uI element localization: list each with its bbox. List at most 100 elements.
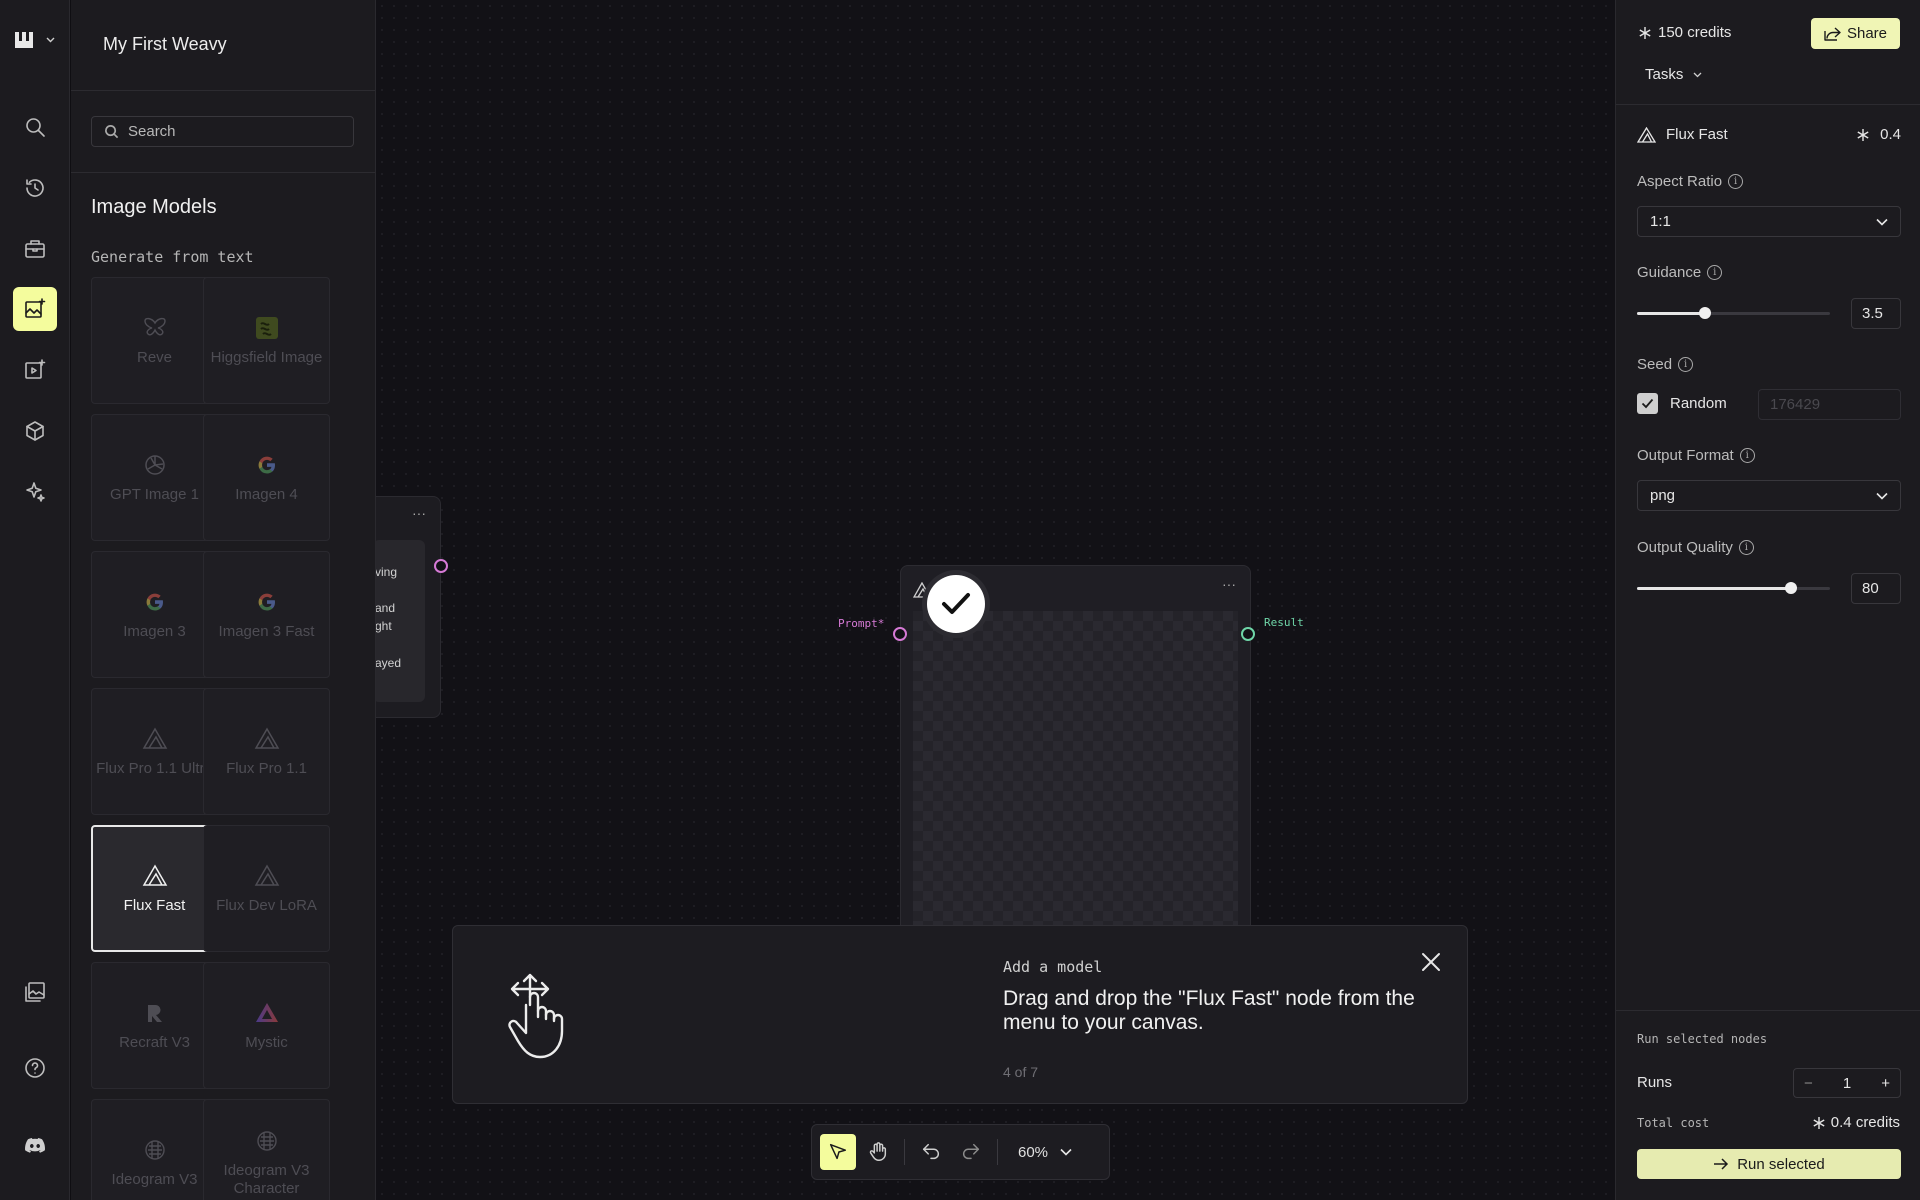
guidance-input[interactable]: 3.5 (1851, 298, 1901, 329)
model-card-label: Ideogram V3 (111, 1170, 198, 1188)
runs-label: Runs (1637, 1074, 1673, 1091)
output-quality-slider[interactable] (1637, 582, 1830, 594)
model-card[interactable]: Higgsfield Image (203, 277, 330, 404)
increment-button[interactable]: + (1881, 1075, 1890, 1092)
butterfly-icon (142, 315, 168, 341)
section-title: Image Models (91, 196, 217, 218)
node-menu-button[interactable]: ··· (412, 505, 426, 521)
model-card[interactable]: Imagen 3 (91, 551, 218, 678)
ideogram-icon (142, 1137, 168, 1163)
prompt-output-port[interactable] (434, 559, 448, 573)
redo-button[interactable] (953, 1134, 989, 1170)
output-format-select[interactable]: png (1637, 480, 1901, 511)
zoom-level[interactable]: 60% (1018, 1144, 1048, 1161)
prompt-text-area[interactable]: ving and ght ayed (376, 540, 425, 702)
model-card[interactable]: Reve (91, 277, 218, 404)
output-quality-input[interactable]: 80 (1851, 573, 1901, 604)
credits-asterisk-icon (1813, 1116, 1825, 1129)
model-card-label: Flux Fast (123, 896, 186, 914)
model-card[interactable]: Flux Pro 1.1 Ultra (91, 688, 218, 815)
toolbox-icon[interactable] (13, 227, 57, 271)
google-icon (254, 589, 280, 615)
info-icon[interactable]: i (1728, 174, 1744, 189)
model-card[interactable]: Imagen 4 (203, 414, 330, 541)
divider (1616, 104, 1920, 105)
model-card-label: Flux Pro 1.1 (226, 759, 307, 777)
image-models-icon[interactable] (13, 287, 57, 331)
runs-stepper[interactable]: − 1 + (1793, 1068, 1901, 1098)
result-port-label: Result (1264, 616, 1304, 629)
close-icon[interactable] (1419, 950, 1443, 974)
prompt-text-line: and (376, 601, 396, 615)
chevron-down-icon[interactable] (1060, 1148, 1072, 1156)
model-card[interactable]: Imagen 3 Fast (203, 551, 330, 678)
aspect-ratio-select[interactable]: 1:1 (1637, 206, 1901, 237)
discord-icon[interactable] (13, 1123, 57, 1167)
info-icon[interactable]: i (1678, 357, 1694, 372)
info-icon[interactable]: i (1707, 265, 1723, 280)
model-card-label: Mystic (245, 1033, 288, 1051)
model-card[interactable]: Mystic (203, 962, 330, 1089)
workflow-canvas[interactable]: ··· ving and ght ayed ··· Prompt* Result (376, 0, 1615, 1200)
model-card[interactable]: Ideogram V3 Character (203, 1099, 330, 1200)
model-card[interactable]: GPT Image 1 (91, 414, 218, 541)
history-icon[interactable] (13, 166, 57, 210)
cursor-arrow-icon (829, 1143, 847, 1160)
model-card-label: Recraft V3 (119, 1033, 190, 1051)
mystic-icon (254, 1000, 280, 1026)
google-icon (142, 589, 168, 615)
pan-tool-button[interactable] (860, 1134, 896, 1170)
share-button[interactable]: Share (1811, 18, 1900, 49)
tasks-dropdown[interactable]: Tasks (1645, 66, 1702, 83)
model-card[interactable]: Flux Fast (91, 825, 218, 952)
tasks-label: Tasks (1645, 66, 1684, 83)
project-title[interactable]: My First Weavy (103, 34, 227, 55)
prompt-port-label: Prompt* (838, 617, 885, 630)
flux-triangle-icon (254, 726, 280, 752)
model-card[interactable]: Ideogram V3 (91, 1099, 218, 1200)
google-icon (254, 452, 280, 478)
result-output-port[interactable] (1241, 627, 1255, 641)
search-input[interactable]: Search (91, 116, 354, 147)
higgsfield-logo-icon (254, 315, 280, 341)
flux-triangle-icon (142, 863, 168, 889)
prompt-node[interactable]: ··· ving and ght ayed (376, 496, 441, 718)
tutorial-progress: 4 of 7 (1003, 1064, 1039, 1080)
slider-thumb[interactable] (1698, 307, 1711, 319)
run-selected-button[interactable]: Run selected (1637, 1149, 1901, 1179)
video-models-icon[interactable] (13, 348, 57, 392)
gallery-icon[interactable] (13, 970, 57, 1014)
model-card[interactable]: Flux Pro 1.1 (203, 688, 330, 815)
total-cost-text: 0.4 credits (1830, 1114, 1900, 1131)
model-card-label: Flux Pro 1.1 Ultra (96, 759, 213, 777)
help-icon[interactable] (13, 1046, 57, 1090)
prompt-input-port[interactable] (893, 627, 907, 641)
random-seed-checkbox[interactable] (1637, 393, 1658, 414)
node-menu-button[interactable]: ··· (1222, 576, 1236, 592)
sparkle-icon[interactable] (13, 470, 57, 514)
divider (71, 172, 375, 173)
slider-thumb[interactable] (1785, 582, 1798, 594)
guidance-slider[interactable] (1637, 307, 1830, 319)
info-icon[interactable]: i (1739, 448, 1755, 463)
divider (71, 90, 375, 91)
undo-button[interactable] (913, 1134, 949, 1170)
model-card-label: Reve (136, 348, 173, 366)
model-name: Flux Fast (1666, 126, 1728, 143)
decrement-button[interactable]: − (1804, 1075, 1813, 1092)
model-card[interactable]: Flux Dev LoRA (203, 825, 330, 952)
tutorial-toast: Add a model Drag and drop the "Flux Fast… (452, 925, 1468, 1104)
models-panel: My First Weavy Search Image Models Gener… (71, 0, 376, 1200)
seed-input[interactable]: 176429 (1758, 389, 1901, 420)
select-tool-button[interactable] (820, 1134, 856, 1170)
credits-label: 150 credits (1658, 24, 1732, 41)
info-icon[interactable]: i (1738, 540, 1754, 555)
weavy-logo-icon[interactable] (14, 30, 55, 50)
random-label: Random (1670, 395, 1727, 412)
recraft-icon (142, 1000, 168, 1026)
flux-triangle-icon (254, 863, 280, 889)
flux-triangle-icon (1637, 126, 1656, 143)
model-card[interactable]: Recraft V3 (91, 962, 218, 1089)
search-icon[interactable] (13, 105, 57, 149)
3d-models-icon[interactable] (13, 409, 57, 453)
